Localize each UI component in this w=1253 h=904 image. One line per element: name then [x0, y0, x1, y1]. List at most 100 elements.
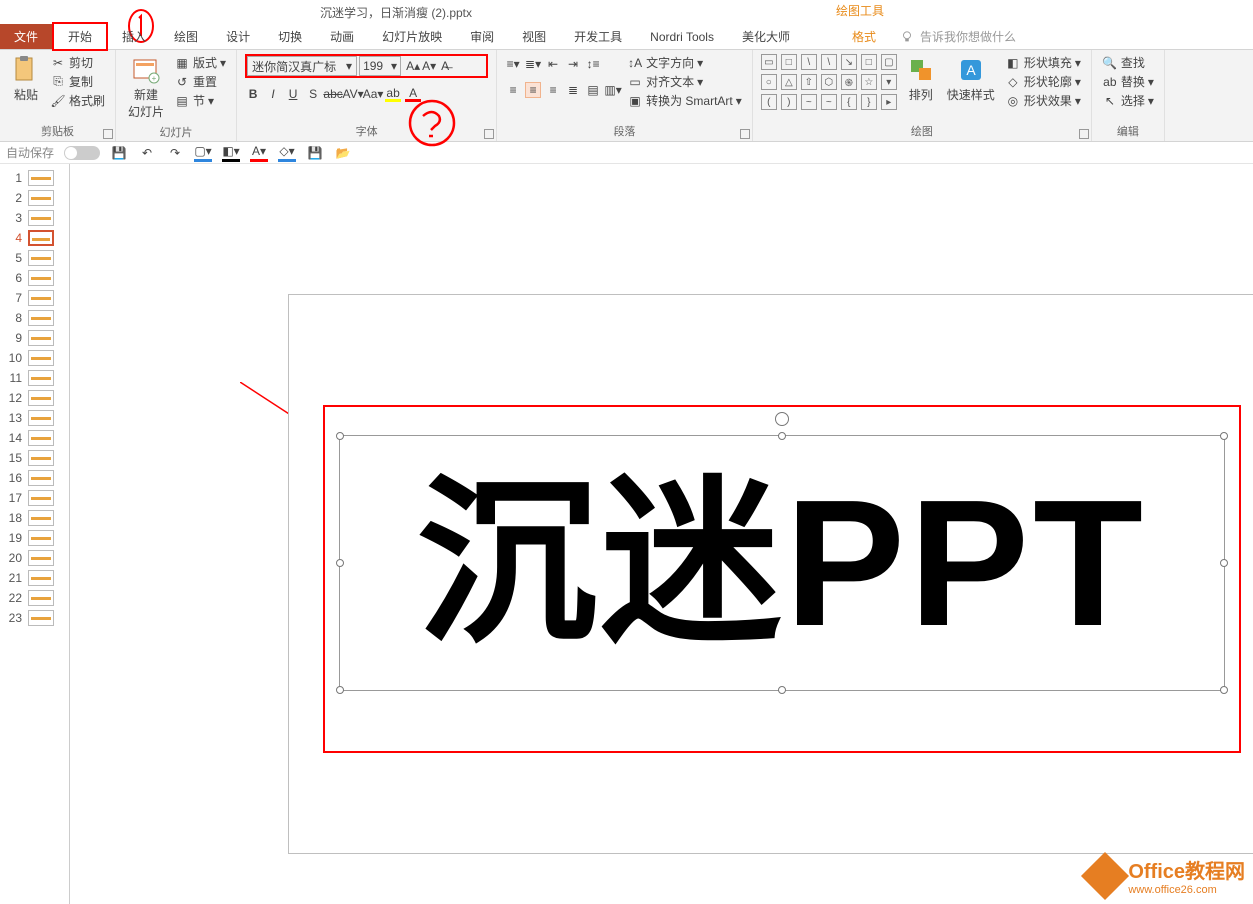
increase-indent-button[interactable]: ⇥ — [565, 56, 581, 72]
tab-insert[interactable]: 插入 — [108, 24, 160, 49]
tab-beautify[interactable]: 美化大师 — [728, 24, 804, 49]
resize-handle-e[interactable] — [1220, 559, 1228, 567]
shape-effects-button[interactable]: ◎形状效果▾ — [1003, 92, 1083, 109]
shape-fill-button[interactable]: ◧形状填充▾ — [1003, 54, 1083, 71]
tell-me-box[interactable]: 告诉我你想做什么 — [900, 28, 1016, 45]
thumbnail-11[interactable]: 11 — [0, 368, 69, 388]
thumbnail-20[interactable]: 20 — [0, 548, 69, 568]
redo-icon[interactable]: ↷ — [166, 144, 184, 162]
clear-format-icon[interactable]: A̶ — [437, 58, 453, 74]
tab-draw[interactable]: 绘图 — [160, 24, 212, 49]
quick-styles-button[interactable]: A 快速样式 — [943, 54, 999, 105]
increase-font-icon[interactable]: A▴ — [405, 58, 421, 74]
thumbnail-19[interactable]: 19 — [0, 528, 69, 548]
save-icon[interactable]: 💾 — [110, 144, 128, 162]
justify-button[interactable]: ≣ — [565, 82, 581, 98]
thumbnail-17[interactable]: 17 — [0, 488, 69, 508]
decrease-indent-button[interactable]: ⇤ — [545, 56, 561, 72]
new-slide-button[interactable]: + 新建 幻灯片 — [124, 54, 168, 122]
line-spacing-button[interactable]: ↕≡ — [585, 56, 601, 72]
tab-developer[interactable]: 开发工具 — [560, 24, 636, 49]
thumbnail-2[interactable]: 2 — [0, 188, 69, 208]
thumbnail-9[interactable]: 9 — [0, 328, 69, 348]
cut-button[interactable]: ✂剪切 — [48, 54, 107, 71]
underline-button[interactable]: U — [285, 86, 301, 102]
resize-handle-s[interactable] — [778, 686, 786, 694]
strike-button[interactable]: abc — [325, 86, 341, 102]
layout-button[interactable]: ▦版式▾ — [172, 54, 228, 71]
select-button[interactable]: ↖选择▾ — [1100, 92, 1156, 109]
tab-file[interactable]: 文件 — [0, 24, 52, 49]
tab-review[interactable]: 审阅 — [456, 24, 508, 49]
slide-canvas[interactable]: 沉迷PPT Office教程网 www.office26.com — [70, 164, 1253, 904]
qat-fontcolor-icon[interactable]: A▾ — [250, 144, 268, 162]
autosave-toggle[interactable] — [64, 146, 100, 160]
columns-button[interactable]: ▥▾ — [605, 82, 621, 98]
smartart-button[interactable]: ▣转换为 SmartArt▾ — [625, 92, 744, 109]
thumbnail-7[interactable]: 7 — [0, 288, 69, 308]
tab-design[interactable]: 设计 — [212, 24, 264, 49]
resize-handle-sw[interactable] — [336, 686, 344, 694]
thumbnail-15[interactable]: 15 — [0, 448, 69, 468]
format-painter-button[interactable]: 🖌格式刷 — [48, 92, 107, 109]
char-spacing-button[interactable]: AV▾ — [345, 86, 361, 102]
copy-button[interactable]: ⎘复制 — [48, 73, 107, 90]
drawing-launcher[interactable] — [1079, 129, 1089, 139]
qat-outline-icon[interactable]: ◇▾ — [278, 144, 296, 162]
tab-nordri[interactable]: Nordri Tools — [636, 26, 728, 48]
align-center-button[interactable]: ≡ — [525, 82, 541, 98]
bold-button[interactable]: B — [245, 86, 261, 102]
thumbnail-1[interactable]: 1 — [0, 168, 69, 188]
slide-text[interactable]: 沉迷PPT — [340, 436, 1224, 692]
shadow-button[interactable]: S — [305, 86, 321, 102]
distribute-button[interactable]: ▤ — [585, 82, 601, 98]
thumbnail-12[interactable]: 12 — [0, 388, 69, 408]
font-launcher[interactable] — [484, 129, 494, 139]
tab-slideshow[interactable]: 幻灯片放映 — [368, 24, 456, 49]
align-right-button[interactable]: ≡ — [545, 82, 561, 98]
font-size-combo[interactable]: 199▾ — [359, 56, 401, 76]
thumbnail-23[interactable]: 23 — [0, 608, 69, 628]
font-name-combo[interactable]: 迷你简汉真广标▾ — [247, 56, 357, 76]
qat-open-icon[interactable]: 📂 — [334, 144, 352, 162]
arrange-button[interactable]: 排列 — [903, 54, 939, 105]
resize-handle-n[interactable] — [778, 432, 786, 440]
thumbnail-16[interactable]: 16 — [0, 468, 69, 488]
thumbnail-10[interactable]: 10 — [0, 348, 69, 368]
text-box[interactable]: 沉迷PPT — [339, 435, 1225, 691]
qat-save2-icon[interactable]: 💾 — [306, 144, 324, 162]
clipboard-launcher[interactable] — [103, 129, 113, 139]
shape-outline-button[interactable]: ◇形状轮廓▾ — [1003, 73, 1083, 90]
resize-handle-nw[interactable] — [336, 432, 344, 440]
tab-transitions[interactable]: 切换 — [264, 24, 316, 49]
highlight-color-button[interactable]: ab — [385, 86, 401, 102]
thumbnail-4[interactable]: 4 — [0, 228, 69, 248]
text-direction-button[interactable]: ↕A文字方向▾ — [625, 54, 744, 71]
slide-thumbnails[interactable]: 1234567891011121314151617181920212223 — [0, 164, 70, 904]
thumbnail-5[interactable]: 5 — [0, 248, 69, 268]
qat-shape-icon[interactable]: ▢▾ — [194, 144, 212, 162]
thumbnail-6[interactable]: 6 — [0, 268, 69, 288]
reset-button[interactable]: ↺重置 — [172, 73, 228, 90]
paste-button[interactable]: 粘贴 — [8, 54, 44, 105]
replace-button[interactable]: ab替换▾ — [1100, 73, 1156, 90]
rotation-handle[interactable] — [775, 412, 789, 426]
tab-format[interactable]: 格式 — [838, 24, 890, 49]
thumbnail-14[interactable]: 14 — [0, 428, 69, 448]
find-button[interactable]: 🔍查找 — [1100, 54, 1156, 71]
thumbnail-22[interactable]: 22 — [0, 588, 69, 608]
paragraph-launcher[interactable] — [740, 129, 750, 139]
resize-handle-w[interactable] — [336, 559, 344, 567]
tab-home[interactable]: 开始 — [52, 22, 108, 51]
decrease-font-icon[interactable]: A▾ — [421, 58, 437, 74]
tab-view[interactable]: 视图 — [508, 24, 560, 49]
qat-fill-icon[interactable]: ◧▾ — [222, 144, 240, 162]
numbering-button[interactable]: ≣▾ — [525, 56, 541, 72]
tab-animations[interactable]: 动画 — [316, 24, 368, 49]
thumbnail-21[interactable]: 21 — [0, 568, 69, 588]
slide[interactable]: 沉迷PPT — [288, 294, 1253, 854]
change-case-button[interactable]: Aa▾ — [365, 86, 381, 102]
thumbnail-3[interactable]: 3 — [0, 208, 69, 228]
thumbnail-18[interactable]: 18 — [0, 508, 69, 528]
resize-handle-se[interactable] — [1220, 686, 1228, 694]
